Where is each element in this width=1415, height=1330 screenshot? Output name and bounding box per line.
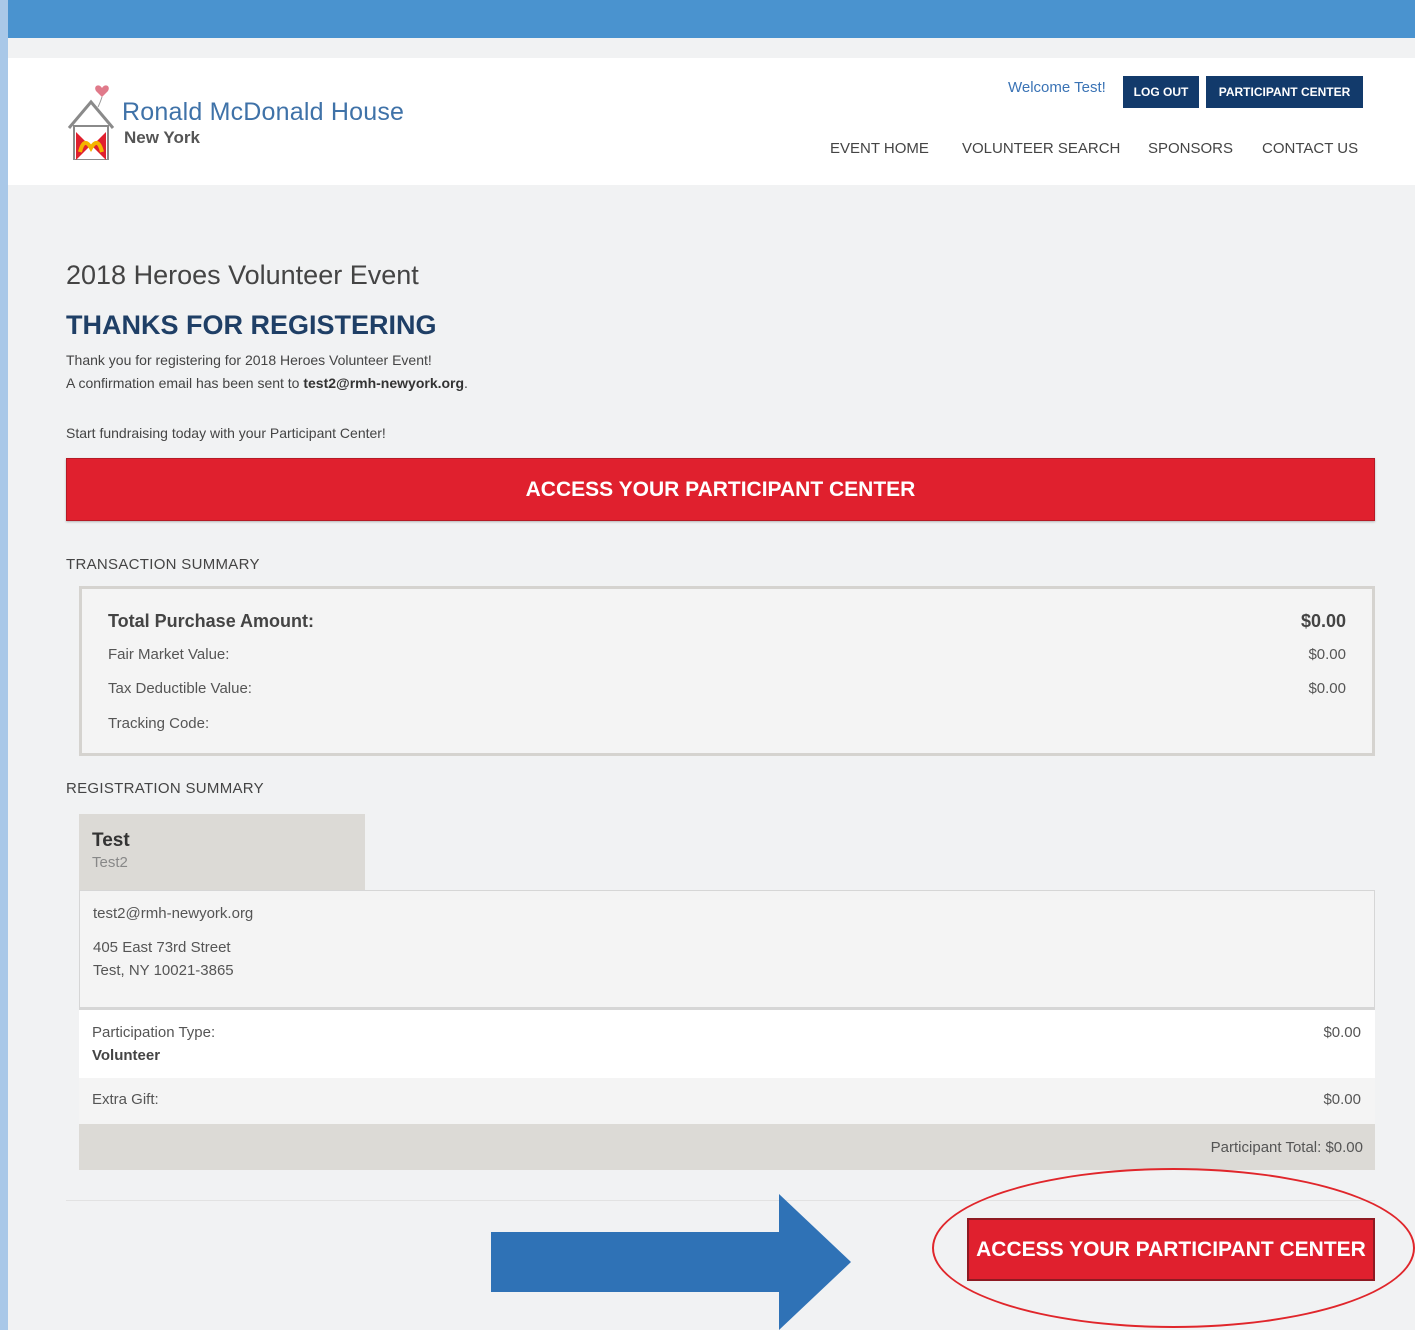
confirmation-text: A confirmation email has been sent to te…: [66, 375, 468, 391]
page: Ronald McDonald House New York Welcome T…: [8, 38, 1415, 1330]
registrant-subname: Test2: [92, 854, 128, 871]
confirmation-prefix: A confirmation email has been sent to: [66, 375, 304, 391]
fair-market-value: $0.00: [1308, 646, 1346, 663]
participation-type-value: Volunteer: [92, 1047, 161, 1064]
registrant-address-line1: 405 East 73rd Street: [93, 939, 231, 956]
registrant-email: test2@rmh-newyork.org: [93, 905, 254, 922]
registrant-details: test2@rmh-newyork.org 405 East 73rd Stre…: [79, 890, 1375, 1008]
tracking-code-label: Tracking Code:: [108, 715, 210, 732]
registrant-tab[interactable]: Test Test2: [79, 814, 365, 891]
extra-gift-row: Extra Gift: $0.00: [79, 1078, 1375, 1124]
tax-deductible-label: Tax Deductible Value:: [108, 680, 252, 697]
participation-type-label: Participation Type:: [92, 1024, 216, 1041]
highlight-circle: [932, 1168, 1415, 1328]
fair-market-row: Fair Market Value: $0.00: [108, 646, 1346, 663]
logout-button[interactable]: LOG OUT: [1123, 76, 1199, 108]
page-heading: THANKS FOR REGISTERING: [66, 310, 437, 340]
brand-name: Ronald McDonald House: [122, 98, 405, 126]
site-header: Ronald McDonald House New York Welcome T…: [8, 58, 1415, 185]
arrow-right-icon: [491, 1194, 851, 1330]
fair-market-label: Fair Market Value:: [108, 646, 230, 663]
nav-contact-us[interactable]: CONTACT US: [1262, 140, 1358, 157]
brand-logo[interactable]: Ronald McDonald House New York: [66, 70, 426, 160]
house-heart-icon: [67, 85, 115, 160]
confirmation-email: test2@rmh-newyork.org: [303, 375, 465, 391]
registration-summary-label: REGISTRATION SUMMARY: [66, 780, 264, 797]
extra-gift-amount: $0.00: [1323, 1091, 1361, 1108]
nav-volunteer-search[interactable]: VOLUNTEER SEARCH: [962, 140, 1120, 157]
registrant-address-line2: Test, NY 10021-3865: [93, 962, 234, 979]
thank-you-text: Thank you for registering for 2018 Heroe…: [66, 352, 432, 368]
participation-type-row: Participation Type: Volunteer $0.00: [79, 1008, 1375, 1078]
total-purchase-label: Total Purchase Amount:: [108, 611, 315, 631]
transaction-summary-box: Total Purchase Amount: $0.00 Fair Market…: [79, 586, 1375, 756]
top-blue-band: [0, 0, 1415, 38]
event-title: 2018 Heroes Volunteer Event: [66, 260, 419, 290]
extra-gift-label: Extra Gift:: [92, 1091, 159, 1108]
tax-deductible-row: Tax Deductible Value: $0.00: [108, 680, 1346, 697]
tracking-code-row: Tracking Code:: [108, 715, 1346, 732]
participant-total: Participant Total: $0.00: [1210, 1139, 1363, 1156]
total-purchase-row: Total Purchase Amount: $0.00: [108, 611, 1346, 632]
nav-sponsors[interactable]: SPONSORS: [1148, 140, 1233, 157]
brand-city: New York: [124, 128, 200, 147]
confirmation-suffix: .: [464, 375, 468, 391]
welcome-message: Welcome Test!: [1008, 79, 1106, 96]
left-frame-border: [0, 0, 8, 1330]
transaction-summary-label: TRANSACTION SUMMARY: [66, 556, 260, 573]
fundraising-text: Start fundraising today with your Partic…: [66, 425, 386, 441]
participation-amount: $0.00: [1323, 1024, 1361, 1041]
participant-center-button[interactable]: PARTICIPANT CENTER: [1206, 76, 1363, 108]
access-participant-center-button[interactable]: ACCESS YOUR PARTICIPANT CENTER: [66, 458, 1375, 521]
nav-event-home[interactable]: EVENT HOME: [830, 140, 929, 157]
total-purchase-value: $0.00: [1300, 611, 1346, 631]
participant-total-row: Participant Total: $0.00: [79, 1124, 1375, 1170]
registrant-name: Test: [92, 830, 130, 851]
tax-deductible-value: $0.00: [1308, 680, 1346, 697]
